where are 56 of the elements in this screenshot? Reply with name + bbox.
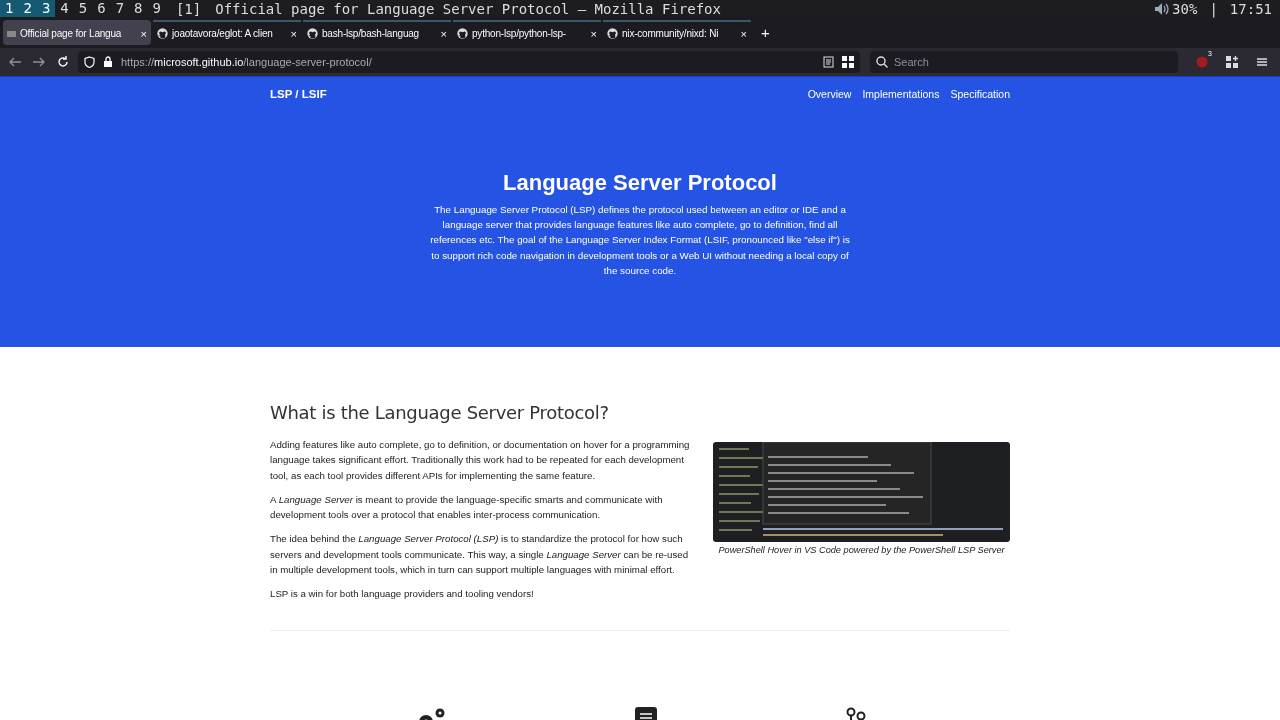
paragraph: Adding features like auto complete, go to definition, or documentation on hover for a programming language takes significant effort. Traditionally this work had to be repeated for each development tool, as each tool provides different APIs for implementing the same feature. xyxy=(270,438,691,483)
extensions-icon[interactable] xyxy=(1226,56,1238,68)
workspace-tab[interactable]: 2 xyxy=(18,0,37,17)
workspace-tab[interactable]: 5 xyxy=(73,0,93,17)
section-heading: What is the Language Server Protocol? xyxy=(270,402,610,423)
browser-tab[interactable]: bash-lsp/bash-languag × xyxy=(303,20,451,45)
workspace-tab[interactable]: 7 xyxy=(110,0,130,17)
hero-title: Language Server Protocol xyxy=(502,170,778,196)
address-bar[interactable]: https://microsoft.github.io/language-server-protocol/ xyxy=(78,51,860,73)
tab-title: bash-lsp/bash-languag xyxy=(322,28,419,39)
search-field[interactable]: Search xyxy=(870,51,1178,73)
url-text: https://microsoft.github.io/language-server-protocol/ xyxy=(121,56,372,68)
hero-description: The Language Server Protocol (LSP) defines the protocol used between an editor or IDE and a language server that provides language features like auto complete, go to definition, find all references etc. The goal of the Language Server Index Format (LSIF, pronounced like "else if") is to support rich code navigation in development tools or a Web UI without needing a local copy of the source code. xyxy=(430,203,850,278)
tab-title: python-lsp/python-lsp- xyxy=(472,28,566,39)
workspace-tab[interactable]: 9 xyxy=(147,0,166,17)
github-icon xyxy=(157,28,168,39)
close-icon[interactable]: × xyxy=(140,27,147,40)
volume-level: 30% xyxy=(1172,0,1198,17)
workspace-tab[interactable]: 4 xyxy=(55,0,74,17)
favicon-icon xyxy=(7,30,16,37)
nav-link[interactable]: Implementations xyxy=(862,88,940,100)
browser-tab[interactable]: python-lsp/python-lsp- × xyxy=(453,20,601,45)
tab-title: joaotavora/eglot: A clien xyxy=(172,28,273,39)
tab-title: Official page for Langua xyxy=(20,28,122,39)
paragraph: The idea behind the Language Server Protocol (LSP) is to standardize the protocol for how such servers and development tools communicate. This way, a single Language Server can be re-used in multiple development tools, which in turn can support multiple languages with minimal effort. xyxy=(270,532,690,578)
close-icon[interactable]: × xyxy=(740,27,747,40)
layout-indicator: [1] xyxy=(175,0,202,17)
new-tab-button[interactable]: + xyxy=(761,24,770,41)
workspace-tab[interactable]: 8 xyxy=(129,0,148,17)
workspace-tab[interactable]: 6 xyxy=(92,0,111,17)
separator-text: | xyxy=(1209,0,1218,17)
nav-link[interactable]: Specification xyxy=(950,88,1010,100)
window-title: Official page for Language Server Protocol — Mozilla Firefox xyxy=(215,0,721,17)
close-icon[interactable]: × xyxy=(290,27,297,40)
browser-tab[interactable]: joaotavora/eglot: A clien × xyxy=(153,20,301,45)
figure-caption: PowerShell Hover in VS Code powered by the PowerShell LSP Server xyxy=(717,545,1006,555)
close-icon[interactable]: × xyxy=(440,27,447,40)
site-logo[interactable]: LSP / LSIF xyxy=(270,88,797,100)
paragraph: A Language Server is meant to provide the language-specific smarts and communicate with development tools over a protocol that enables inter-process communication. xyxy=(270,492,664,523)
reader-view-icon[interactable] xyxy=(823,56,834,68)
lock-icon[interactable] xyxy=(103,56,113,68)
github-icon xyxy=(457,28,468,39)
clock: 17:51 xyxy=(1229,0,1272,17)
paragraph: LSP is a win for both language providers and tooling vendors! xyxy=(270,587,535,602)
github-icon xyxy=(607,28,618,39)
tab-title: nix-community/nixd: Ni xyxy=(622,28,719,39)
shield-icon[interactable] xyxy=(84,56,95,68)
workspace-tab[interactable]: 1 xyxy=(0,0,19,17)
browser-tab[interactable]: Official page for Langua × xyxy=(3,20,151,45)
speaker-icon xyxy=(1154,1,1171,16)
menu-icon[interactable] xyxy=(1256,56,1268,68)
grid-icon[interactable] xyxy=(842,56,854,68)
close-icon[interactable]: × xyxy=(590,27,597,40)
browser-tab[interactable]: nix-community/nixd: Ni × xyxy=(603,20,751,45)
nav-link[interactable]: Overview xyxy=(807,88,852,100)
github-icon xyxy=(307,28,318,39)
